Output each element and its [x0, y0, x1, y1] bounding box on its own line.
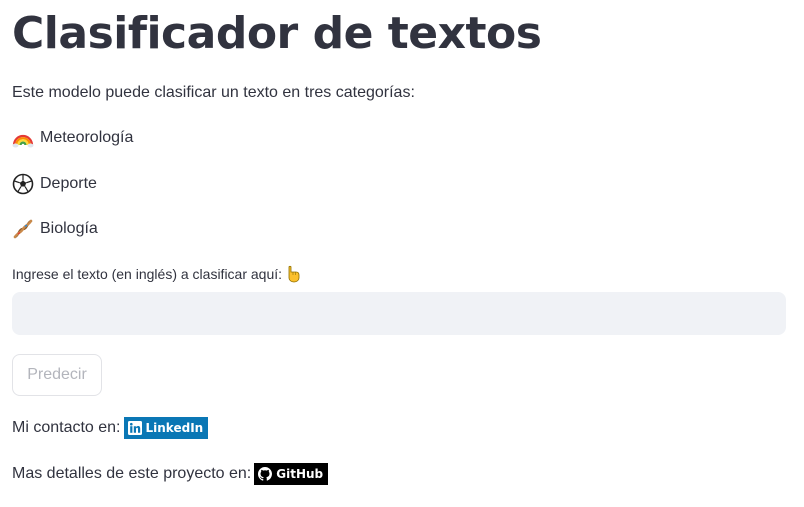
predict-button[interactable]: Predecir — [12, 354, 102, 396]
linkedin-badge-label: LinkedIn — [145, 421, 204, 435]
category-meteorology: Meteorología — [12, 126, 133, 150]
category-label: Deporte — [40, 175, 97, 192]
text-input-label: Ingrese el texto (en inglés) a clasifica… — [12, 264, 301, 284]
pointing-down-hand-icon — [285, 265, 301, 283]
category-label: Biología — [40, 220, 98, 237]
rainbow-icon — [12, 127, 34, 149]
contact-text: Mi contacto en: — [12, 419, 121, 436]
category-label: Meteorología — [40, 129, 134, 146]
intro-text: Este modelo puede clasificar un texto en… — [12, 84, 415, 101]
page-title: Clasificador de textos — [12, 8, 542, 59]
github-badge-label: GitHub — [276, 467, 324, 481]
linkedin-badge[interactable]: LinkedIn — [123, 417, 209, 439]
github-badge[interactable]: GitHub — [254, 463, 329, 485]
project-row: Mas detalles de este proyecto en: GitHub — [12, 462, 329, 486]
linkedin-icon — [127, 421, 142, 435]
category-biology: Biología — [12, 217, 98, 241]
soccer-ball-icon — [12, 173, 34, 195]
github-icon — [258, 467, 273, 481]
contact-row: Mi contacto en: LinkedIn — [12, 416, 209, 440]
dna-icon — [12, 218, 34, 240]
project-text: Mas detalles de este proyecto en: — [12, 465, 252, 482]
input-label-text: Ingrese el texto (en inglés) a clasifica… — [12, 266, 283, 282]
category-sports: Deporte — [12, 172, 97, 196]
text-input[interactable] — [12, 292, 786, 335]
